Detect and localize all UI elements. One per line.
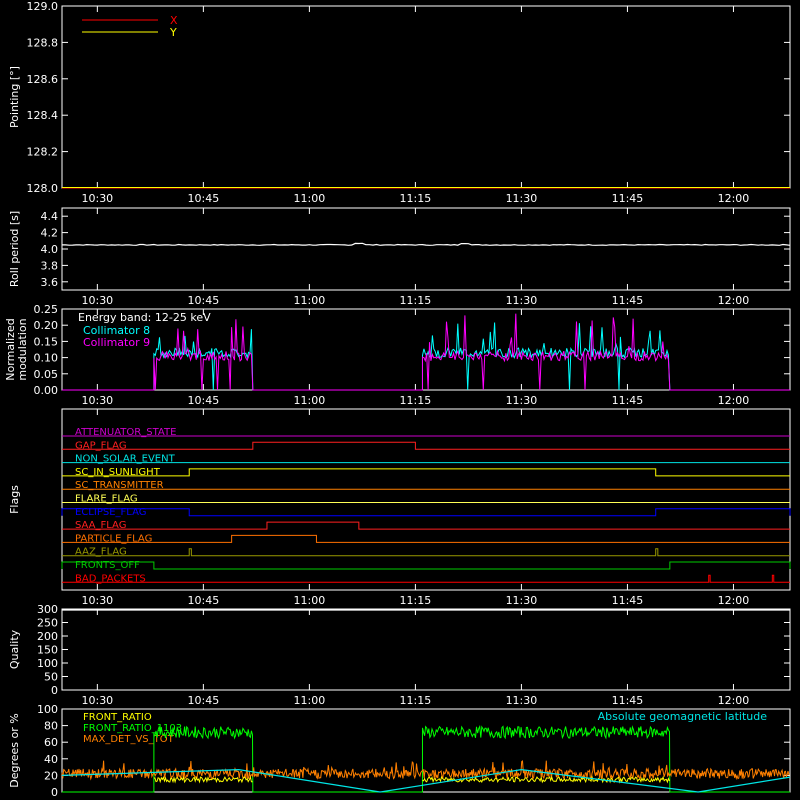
y-tick-label: 300	[37, 603, 58, 616]
flag-label: BAD_PACKETS	[75, 573, 146, 584]
x-tick-label: 10:45	[188, 192, 220, 205]
x-tick-label: 11:30	[506, 394, 538, 407]
flag-label: ATTENUATOR_STATE	[75, 427, 176, 438]
x-tick-label: 11:45	[612, 192, 644, 205]
flag-label: SC_TRANSMITTER	[75, 480, 164, 491]
legend-label: FRONT_RATIO	[83, 712, 152, 723]
legend-label: Y	[169, 26, 177, 39]
x-tick-label: 10:45	[188, 594, 220, 607]
x-tick-label: 10:30	[81, 694, 113, 707]
y-tick-label: 129.0	[27, 0, 59, 13]
y-tick-label: 20	[44, 769, 58, 782]
annotation: Absolute geomagnetic latitude	[598, 710, 768, 723]
x-tick-label: 10:45	[188, 694, 220, 707]
flag-label: SAA_FLAG	[75, 520, 126, 531]
y-tick-label: 3.6	[41, 276, 59, 289]
y-tick-label: 128.4	[27, 109, 59, 122]
flag-label: FRONTS_OFF	[75, 560, 140, 571]
y-tick-label: 80	[44, 720, 58, 733]
y-tick-label: 0.00	[34, 384, 59, 397]
y-axis-label: modulation	[16, 318, 29, 380]
y-tick-label: 128.6	[27, 73, 59, 86]
y-tick-label: 50	[44, 671, 58, 684]
flag-label: FLARE_FLAG	[75, 494, 138, 505]
x-tick-label: 12:00	[718, 192, 750, 205]
x-tick-label: 11:15	[400, 294, 432, 307]
y-tick-label: 60	[44, 736, 58, 749]
y-axis-label: Flags	[8, 485, 21, 514]
x-tick-label: 11:30	[506, 694, 538, 707]
x-tick-label: 12:00	[718, 394, 750, 407]
x-tick-label: 11:15	[400, 594, 432, 607]
x-tick-label: 11:00	[294, 594, 326, 607]
y-tick-label: 0	[51, 684, 58, 697]
x-tick-label: 11:30	[506, 294, 538, 307]
y-axis-label: Degrees or %	[8, 713, 21, 787]
flag-label: AAZ_FLAG	[75, 547, 127, 558]
annotation: Energy band: 12-25 keV	[78, 311, 211, 324]
y-tick-label: 4.2	[41, 227, 59, 240]
x-tick-label: 10:30	[81, 294, 113, 307]
y-tick-label: 128.2	[27, 146, 59, 159]
y-tick-label: 4.4	[41, 210, 59, 223]
x-tick-label: 11:45	[612, 294, 644, 307]
x-tick-label: 12:00	[718, 694, 750, 707]
legend-label: Collimator 9	[83, 336, 150, 349]
x-tick-label: 11:45	[612, 594, 644, 607]
y-tick-label: 3.8	[41, 259, 59, 272]
x-tick-label: 11:00	[294, 394, 326, 407]
y-tick-label: 100	[37, 703, 58, 716]
y-axis-label: Roll period [s]	[8, 211, 21, 287]
y-tick-label: 0.20	[34, 319, 59, 332]
flag-label: GAP_FLAG	[75, 440, 127, 451]
flag-label: ECLIPSE_FLAG	[75, 507, 146, 518]
y-tick-label: 0	[51, 786, 58, 799]
flag-label: SC_IN_SUNLIGHT	[75, 467, 161, 478]
flag-label: NON_SOLAR_EVENT	[75, 454, 176, 465]
x-tick-label: 11:45	[612, 694, 644, 707]
y-tick-label: 0.25	[34, 303, 59, 316]
y-tick-label: 150	[37, 644, 58, 657]
x-tick-label: 12:00	[718, 294, 750, 307]
x-tick-label: 10:45	[188, 294, 220, 307]
y-tick-label: 0.05	[34, 368, 59, 381]
x-tick-label: 11:15	[400, 192, 432, 205]
x-tick-label: 11:30	[506, 192, 538, 205]
x-tick-label: 12:00	[718, 594, 750, 607]
y-tick-label: 0.15	[34, 335, 59, 348]
x-tick-label: 11:00	[294, 294, 326, 307]
y-tick-label: 40	[44, 753, 58, 766]
flag-label: PARTICLE_FLAG	[75, 533, 152, 544]
y-axis-label: Pointing [°]	[8, 66, 21, 128]
x-tick-label: 10:30	[81, 594, 113, 607]
y-tick-label: 250	[37, 617, 58, 630]
x-tick-label: 11:45	[612, 394, 644, 407]
y-tick-label: 4.0	[41, 243, 59, 256]
legend-label: MAX_DET_VS_TOT	[83, 734, 175, 745]
x-tick-label: 11:15	[400, 394, 432, 407]
y-tick-label: 100	[37, 657, 58, 670]
figure: 10:30 10:45 11:00 11:15 11:30 11:45 12:00 128.0…	[0, 0, 800, 800]
x-tick-label: 11:30	[506, 594, 538, 607]
x-tick-label: 11:00	[294, 694, 326, 707]
x-tick-label: 10:30	[81, 394, 113, 407]
x-tick-label: 10:45	[188, 394, 220, 407]
y-tick-label: 128.0	[27, 182, 59, 195]
y-tick-label: 128.8	[27, 36, 59, 49]
y-tick-label: 200	[37, 630, 58, 643]
x-tick-label: 11:00	[294, 192, 326, 205]
y-tick-label: 0.10	[34, 352, 59, 365]
y-axis-label: Quality	[8, 629, 21, 669]
x-tick-label: 10:30	[81, 192, 113, 205]
x-tick-label: 11:15	[400, 694, 432, 707]
